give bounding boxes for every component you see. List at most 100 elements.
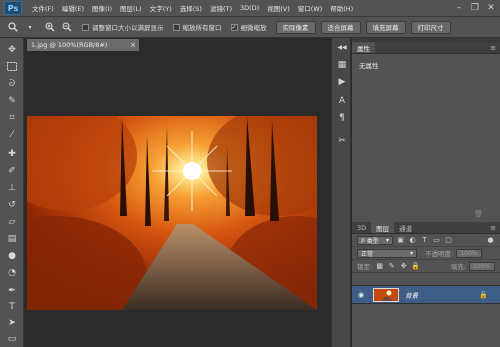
restore-button[interactable]: ❐ [468,1,482,14]
actions-panel-icon[interactable]: ▶ [335,75,349,89]
checkbox-box[interactable] [82,23,89,31]
options-bar: ▾ 调整窗口大小以满屏显示 缩放所有窗口 ✓ 细微缩放 实际像素 适合屏幕 填充屏… [0,17,500,38]
shape-filter-icon[interactable]: ▭ [432,236,441,245]
resize-windows-checkbox[interactable]: 调整窗口大小以满屏显示 [82,22,164,32]
collapse-arrows-icon[interactable]: ◀◀ [335,40,349,54]
character-panel-icon[interactable]: A [335,94,349,108]
search-icon: ρ [361,236,365,244]
properties-tabs: 属性 ≡ [352,42,500,54]
blend-mode-value: 正常 [361,250,374,258]
collapsed-panels-dock: ◀◀ ▦ ▶ A ¶ ✂ [331,38,351,347]
lock-pixels-icon[interactable]: ✎ [387,262,396,271]
move-tool-icon[interactable]: ✥ [5,43,19,56]
actual-pixels-button[interactable]: 实际像素 [275,20,316,34]
menu-layer[interactable]: 图层(L) [116,3,146,13]
lock-transparent-icon[interactable]: ▩ [375,262,384,271]
healing-brush-tool-icon[interactable]: ✚ [5,147,19,160]
lock-position-icon[interactable]: ✥ [399,262,408,271]
minimize-button[interactable]: – [452,1,466,14]
document-tab[interactable]: 1.jpg @ 100%(RGB/8#) × [27,39,139,51]
fill-label: 填充: [450,263,466,271]
menu-filter[interactable]: 滤镜(T) [206,3,236,13]
chevron-down-icon: ▾ [409,249,413,257]
zoom-out-icon[interactable] [60,20,74,34]
panel-menu-icon[interactable]: ≡ [490,44,496,52]
marquee-tool-icon[interactable] [5,60,19,73]
close-button[interactable]: ✕ [484,1,498,14]
tools-panel: ✥ ᘐ ✎ ⌗ ⁄ ✚ ✐ ⊥ ↺ ▱ ▤ ● ◔ ✒ T ➤ ▭ [0,38,24,347]
clone-stamp-tool-icon[interactable]: ⊥ [5,181,19,194]
quick-select-tool-icon[interactable]: ✎ [5,94,19,107]
document-image[interactable] [27,116,317,310]
print-size-button[interactable]: 打印尺寸 [410,20,451,34]
layers-panel: 3D 图层 通道 ≡ ρ 类型 ▾ ▣ ◐ T ▭ ▢ ● 正常 ▾ 不透明度: 1… [352,222,500,347]
pen-tool-icon[interactable]: ✒ [5,284,19,297]
type-filter-icon[interactable]: T [420,236,429,245]
rectangle-tool-icon[interactable]: ▭ [5,332,19,345]
panel-menu-icon[interactable]: ≡ [490,224,496,232]
eraser-tool-icon[interactable]: ▱ [5,215,19,228]
document-title: 1.jpg @ 100%(RGB/8#) [31,41,108,49]
menu-help[interactable]: 帮助(H) [326,3,357,13]
brush-tool-icon[interactable]: ✐ [5,164,19,177]
properties-panel: 属性 ≡ 无属性 🗑 [352,38,500,222]
tab-layers[interactable]: 图层 [371,222,395,233]
paragraph-panel-icon[interactable]: ¶ [335,111,349,125]
layers-spacer [352,273,500,285]
menu-select[interactable]: 选择(S) [176,3,206,13]
zoom-all-windows-label: 缩放所有窗口 [182,24,222,32]
layer-filter-row: ρ 类型 ▾ ▣ ◐ T ▭ ▢ ● [352,234,500,247]
opacity-input[interactable]: 100% [456,248,483,258]
tab-3d[interactable]: 3D [352,222,371,233]
history-panel-icon[interactable]: ▦ [335,58,349,72]
layer-thumbnail [373,287,399,302]
path-select-tool-icon[interactable]: ➤ [5,316,19,329]
fit-screen-button[interactable]: 适合屏幕 [320,20,361,34]
chevron-down-icon[interactable]: ▾ [23,20,37,34]
filter-type-select[interactable]: ρ 类型 ▾ [357,235,393,245]
menu-view[interactable]: 视图(V) [263,3,294,13]
close-document-icon[interactable]: × [130,41,136,49]
blur-tool-icon[interactable]: ● [5,249,19,262]
tab-properties[interactable]: 属性 [352,42,375,53]
menu-window[interactable]: 窗口(W) [294,3,327,13]
lock-all-icon[interactable]: 🔒 [411,262,420,271]
zoom-in-icon[interactable] [43,20,57,34]
blend-opacity-row: 正常 ▾ 不透明度: 100% [352,247,500,260]
pixel-filter-icon[interactable]: ▣ [396,236,405,245]
zoom-tool-icon[interactable] [6,20,20,34]
smart-object-filter-icon[interactable]: ▢ [444,236,453,245]
tool-presets-icon[interactable]: ✂ [335,134,349,148]
layer-row-background[interactable]: ◉ 背景 🔒 [352,285,500,304]
menu-edit[interactable]: 编辑(E) [58,3,88,13]
lasso-tool-icon[interactable]: ᘐ [5,77,19,90]
menu-3d[interactable]: 3D(D) [236,4,263,12]
filter-type-value: 类型 [366,237,379,245]
fill-screen-button[interactable]: 填充屏幕 [365,20,406,34]
gradient-tool-icon[interactable]: ▤ [5,232,19,245]
dodge-tool-icon[interactable]: ◔ [5,266,19,279]
eye-icon[interactable]: ◉ [355,291,367,299]
checkbox-box[interactable] [172,23,180,31]
type-tool-icon[interactable]: T [5,300,19,313]
blend-mode-select[interactable]: 正常 ▾ [357,248,417,258]
tab-channels[interactable]: 通道 [394,222,417,233]
menu-image[interactable]: 图像(I) [88,3,116,13]
zoom-all-windows-checkbox[interactable]: 缩放所有窗口 [172,22,222,32]
no-properties-text: 无属性 [359,62,379,70]
crop-tool-icon[interactable]: ⌗ [5,111,19,124]
layer-name[interactable]: 背景 [405,290,418,300]
eyedropper-tool-icon[interactable]: ⁄ [5,128,19,141]
opacity-value: 100% [460,249,478,257]
adjustment-filter-icon[interactable]: ◐ [408,236,417,245]
filter-toggle-icon[interactable]: ● [486,236,495,245]
lock-label: 锁定: [357,263,373,271]
fill-input[interactable]: 100% [469,261,495,271]
scrubby-zoom-label: 细微缩放 [240,24,267,32]
trash-icon[interactable]: 🗑 [474,210,483,218]
scrubby-zoom-checkbox[interactable]: ✓ 细微缩放 [230,22,267,32]
history-brush-tool-icon[interactable]: ↺ [5,198,19,211]
checkbox-box-checked[interactable]: ✓ [230,23,238,31]
menu-type[interactable]: 文字(Y) [146,3,176,13]
menu-file[interactable]: 文件(F) [28,3,58,13]
